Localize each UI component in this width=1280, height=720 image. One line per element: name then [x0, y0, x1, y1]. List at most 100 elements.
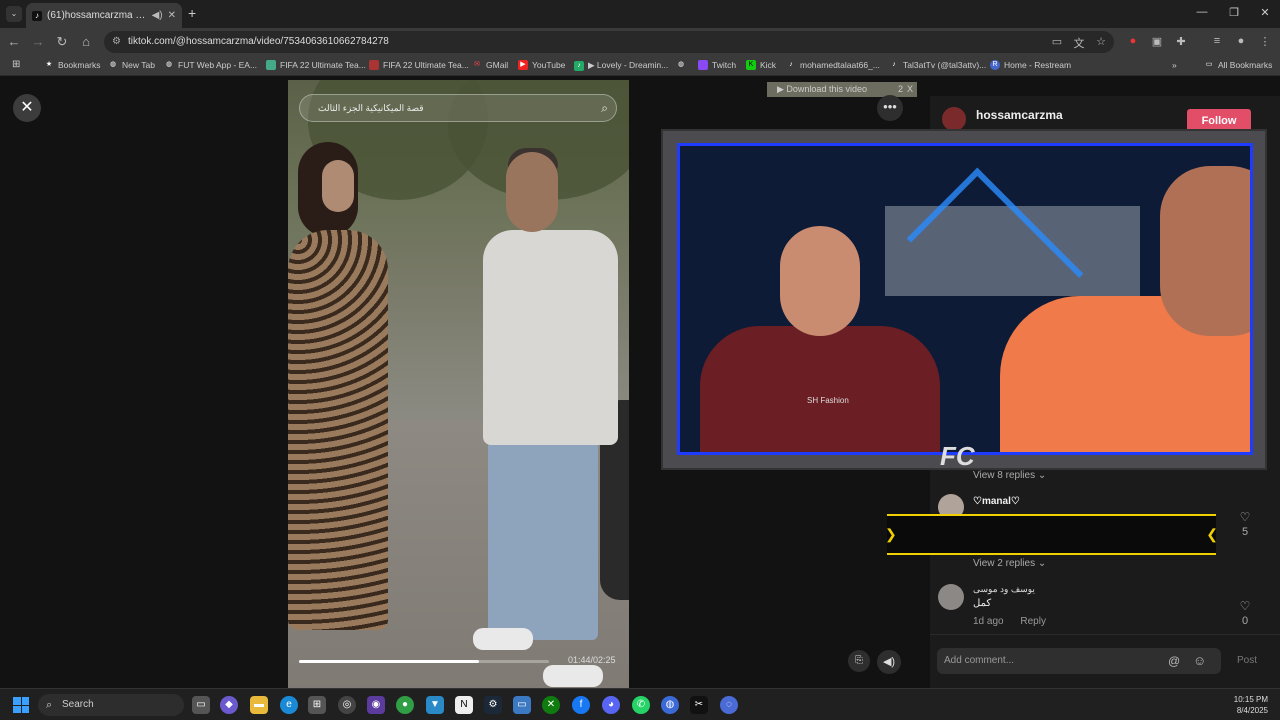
app-icon[interactable]: ▼ — [426, 696, 444, 714]
profile-username[interactable]: hossamcarzma — [976, 108, 1063, 122]
app-icon[interactable]: ◎ — [338, 696, 356, 714]
folder-icon: ▭ — [1205, 61, 1213, 68]
steam-icon[interactable]: ⚙ — [484, 696, 502, 714]
home-icon[interactable]: ⌂ — [78, 34, 94, 49]
bookmark-item[interactable]: ▶ YouTube — [518, 60, 565, 70]
download-banner-close[interactable]: X — [907, 82, 913, 97]
xbox-icon[interactable]: ✕ — [542, 696, 560, 714]
bookmark-item[interactable]: ♪ ▶ Lovely - Dreamin... — [574, 60, 668, 71]
search-icon[interactable]: ⌕ — [601, 95, 608, 121]
address-bar-row: ← → ↻ ⌂ ⚙ tiktok.com/@hossamcarzma/video… — [0, 28, 1280, 56]
capcut-icon[interactable]: ✂ — [690, 696, 708, 714]
video-shoe — [543, 665, 603, 687]
profile-avatar-icon[interactable]: ● — [1234, 35, 1248, 47]
download-banner[interactable]: ▶ Download this video 2 X — [767, 82, 917, 97]
comment-username[interactable]: يوسف ود موسى — [973, 584, 1035, 595]
close-video-button[interactable]: ✕ — [13, 94, 41, 122]
bookmark-item[interactable]: ♪ mohamedtalaat66_... — [786, 60, 880, 70]
url-field[interactable]: ⚙ tiktok.com/@hossamcarzma/video/7534063… — [104, 31, 1114, 53]
bookmark-star-icon[interactable]: ☆ — [1094, 35, 1108, 48]
comment-time: 1d ago — [973, 616, 1004, 627]
chrome-icon[interactable]: ● — [396, 696, 414, 714]
forward-icon[interactable]: → — [30, 34, 46, 49]
back-icon[interactable]: ← — [6, 34, 22, 49]
tab-list-icon[interactable]: ⌄ — [6, 6, 22, 22]
notion-icon[interactable]: N — [455, 696, 473, 714]
bookmark-item[interactable]: R Home - Restream — [990, 60, 1071, 70]
chevron-left-icon: ❮ — [1206, 526, 1218, 542]
more-bookmarks-icon[interactable]: » — [1172, 60, 1177, 70]
new-tab-button[interactable]: + — [188, 5, 196, 21]
bookmark-item[interactable]: Twitch — [698, 60, 736, 70]
video-person — [322, 160, 354, 212]
avatar[interactable] — [942, 107, 966, 131]
bookmark-item[interactable]: K Kick — [746, 60, 776, 70]
site-info-icon[interactable]: ⚙ — [112, 31, 121, 53]
translate-icon[interactable]: 文 — [1072, 35, 1086, 51]
emoji-icon[interactable]: ☺ — [1193, 653, 1206, 668]
discord-icon[interactable]: ◕ — [602, 696, 620, 714]
puzzle-icon[interactable]: ✚ — [1174, 35, 1188, 48]
view-replies-button[interactable]: View 2 replies ⌄ — [973, 558, 1046, 569]
store-icon[interactable]: ⊞ — [308, 696, 326, 714]
bookmark-item[interactable]: ◍ — [676, 60, 686, 70]
media-icon[interactable]: ≡ — [1210, 35, 1224, 47]
apps-icon[interactable]: ⊞ — [12, 59, 20, 70]
install-icon[interactable]: ▭ — [1050, 35, 1064, 48]
bookmark-item[interactable]: ◍ New Tab — [108, 60, 155, 70]
app-icon[interactable]: ◌ — [720, 696, 738, 714]
speaker-icon[interactable]: ◀) — [152, 10, 163, 21]
minimize-button[interactable]: — — [1187, 6, 1217, 18]
facebook-icon[interactable]: f — [572, 696, 590, 714]
video-person — [483, 230, 618, 445]
bookmark-item[interactable]: FIFA 22 Ultimate Tea... — [369, 60, 469, 70]
all-bookmarks[interactable]: ▭ All Bookmarks — [1204, 60, 1273, 70]
video-progress-fill — [299, 660, 479, 663]
captions-icon[interactable]: ⎘ — [848, 650, 870, 672]
mention-icon[interactable]: @ — [1168, 654, 1180, 668]
menu-dots-icon[interactable]: ⋮ — [1258, 35, 1272, 48]
restore-button[interactable]: ❐ — [1219, 6, 1249, 19]
task-view-icon[interactable]: ▭ — [192, 696, 210, 714]
app-icon[interactable]: ◉ — [367, 696, 385, 714]
bookmark-item[interactable]: ★ Bookmarks — [44, 60, 101, 70]
taskbar-search[interactable]: ⌕ Search — [38, 694, 184, 716]
browser-tab[interactable]: ♪ (61)hossamcarzma (@hossa ◀) ✕ — [26, 3, 182, 28]
view-replies-button[interactable]: View 8 replies ⌄ — [973, 470, 1046, 481]
bookmark-item[interactable]: ♪ Tal3atTv (@tal3attv)... — [889, 60, 986, 70]
like-count: 5 — [1241, 526, 1249, 538]
post-button[interactable]: Post — [1237, 655, 1257, 666]
more-options-button[interactable]: ••• — [877, 95, 903, 121]
heart-icon[interactable]: ♡ — [1235, 599, 1255, 613]
bookmark-item[interactable]: FIFA 22 Ultimate Tea... — [266, 60, 366, 70]
edge-icon[interactable]: e — [280, 696, 298, 714]
tab-bar: ⌄ ♪ (61)hossamcarzma (@hossa ◀) ✕ + — ❐ … — [0, 0, 1280, 28]
avatar[interactable] — [938, 584, 964, 610]
webcam-person — [1160, 166, 1250, 336]
file-explorer-icon[interactable]: ▬ — [250, 696, 268, 714]
music-icon: ♪ — [574, 60, 584, 71]
bookmark-item[interactable]: ✉ GMail — [472, 60, 508, 70]
video-player[interactable]: قصة الميكانيكية الجزء الثالث ⌕ 01:44/02:… — [288, 80, 629, 688]
heart-icon[interactable]: ♡ — [1235, 510, 1255, 524]
system-clock[interactable]: 10:15 PM 8/4/2025 — [1234, 694, 1268, 716]
copilot-icon[interactable]: ◆ — [220, 696, 238, 714]
comment-username[interactable]: ♡manal♡ — [973, 496, 1020, 507]
video-progress-bar[interactable] — [299, 660, 549, 663]
app-icon[interactable]: ◍ — [661, 696, 679, 714]
close-window-button[interactable]: ✕ — [1250, 6, 1280, 19]
volume-icon[interactable]: ◀) — [877, 650, 901, 674]
extension-red-icon[interactable]: ● — [1126, 35, 1140, 47]
webcam-person — [700, 326, 940, 452]
fifa-icon — [266, 60, 276, 70]
close-tab-icon[interactable]: ✕ — [168, 10, 176, 21]
whatsapp-icon[interactable]: ✆ — [632, 696, 650, 714]
video-person — [506, 152, 558, 232]
reload-icon[interactable]: ↻ — [54, 34, 70, 50]
video-search-bar[interactable]: قصة الميكانيكية الجزء الثالث ⌕ — [299, 94, 617, 122]
reply-button[interactable]: Reply — [1020, 616, 1046, 627]
bookmark-item[interactable]: ◍ FUT Web App - EA... — [164, 60, 257, 70]
extension-icon[interactable]: ▣ — [1150, 35, 1164, 48]
start-icon[interactable] — [13, 697, 29, 713]
app-icon[interactable]: ▭ — [513, 696, 531, 714]
